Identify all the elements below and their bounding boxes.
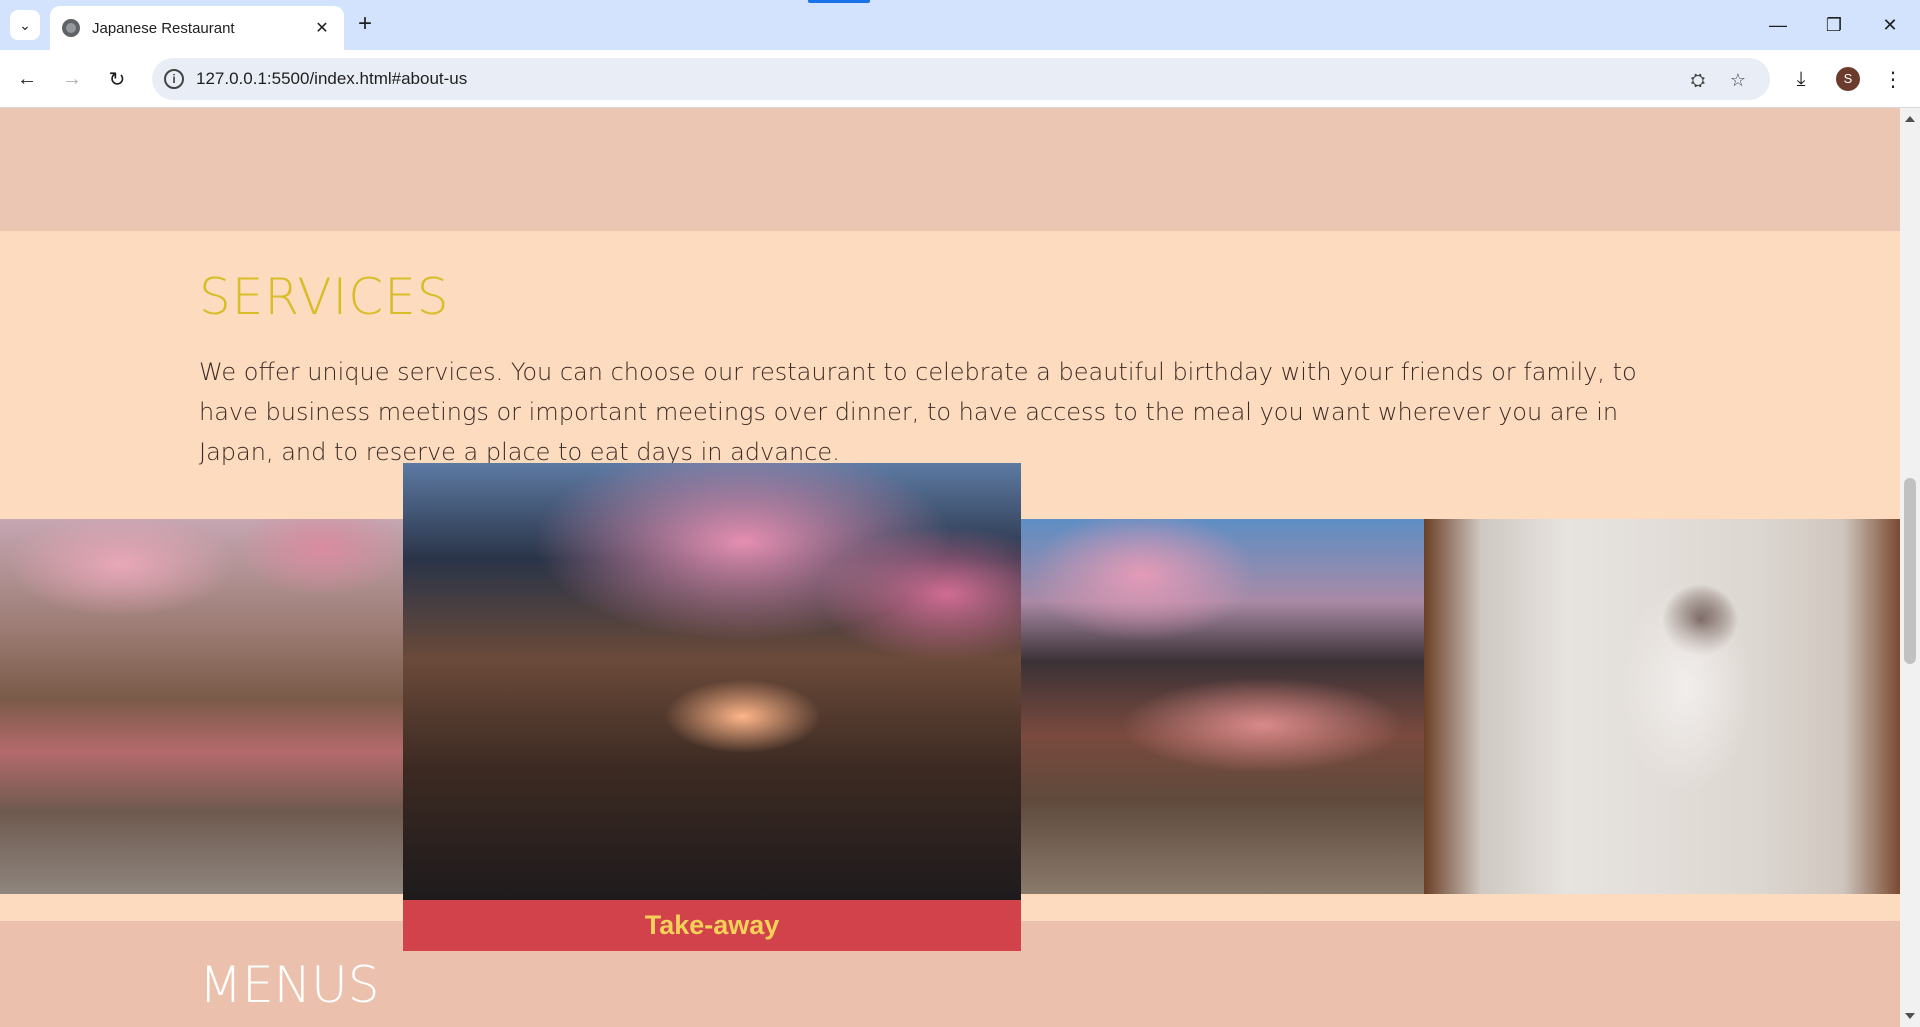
arrow-left-icon: ← xyxy=(17,67,37,90)
globe-icon xyxy=(62,19,80,37)
close-tab-icon[interactable]: ✕ xyxy=(312,18,332,38)
take-away-image[interactable] xyxy=(403,463,1021,900)
scrollbar-thumb[interactable] xyxy=(1904,478,1916,664)
arrow-right-icon: → xyxy=(62,67,82,90)
translate-icon[interactable]: ⛭ xyxy=(1686,68,1710,92)
url-text[interactable]: 127.0.0.1:5500/index.html#about-us xyxy=(196,69,467,89)
tab-strip: ⌄ Japanese Restaurant ✕ + — ❐ ✕ xyxy=(0,0,1920,50)
browser-toolbar: ← → ↻ i 127.0.0.1:5500/index.html#about-… xyxy=(0,50,1920,108)
birthday-celebration-image[interactable] xyxy=(0,519,403,894)
profile-avatar[interactable]: S xyxy=(1836,67,1860,91)
browser-tab[interactable]: Japanese Restaurant ✕ xyxy=(50,6,344,50)
back-button[interactable]: ← xyxy=(10,62,44,96)
site-info-icon[interactable]: i xyxy=(164,69,184,89)
about-us-section-end xyxy=(0,108,1900,231)
page-scrollbar[interactable] xyxy=(1900,108,1920,1027)
scroll-up-arrow-icon[interactable] xyxy=(1905,116,1915,122)
more-vert-icon: ⋮ xyxy=(1883,68,1903,91)
forward-button[interactable]: → xyxy=(55,62,89,96)
services-heading: SERVICES xyxy=(199,268,450,326)
take-away-caption[interactable]: Take-away xyxy=(403,900,1021,951)
reservation-image[interactable] xyxy=(1424,519,1900,894)
dinner-meetings-image[interactable] xyxy=(1021,519,1424,894)
tab-indicator xyxy=(808,0,870,3)
menu-button[interactable]: ⋮ xyxy=(1876,62,1910,96)
tab-search-button[interactable]: ⌄ xyxy=(10,10,40,40)
reload-button[interactable]: ↻ xyxy=(100,62,134,96)
downloads-button[interactable]: ⤓ xyxy=(1784,62,1818,96)
reload-icon: ↻ xyxy=(108,68,126,91)
services-description: We offer unique services. You can choose… xyxy=(199,358,1637,466)
address-bar[interactable]: i 127.0.0.1:5500/index.html#about-us ⛭ ☆ xyxy=(152,58,1770,100)
page-viewport: SERVICES We offer unique services. You c… xyxy=(0,108,1900,1027)
tab-title: Japanese Restaurant xyxy=(92,19,235,37)
download-icon: ⤓ xyxy=(1796,67,1806,90)
close-window-button[interactable]: ✕ xyxy=(1862,0,1918,50)
scroll-down-arrow-icon[interactable] xyxy=(1905,1013,1915,1019)
chevron-down-icon: ⌄ xyxy=(19,16,31,33)
minimize-button[interactable]: — xyxy=(1750,0,1806,50)
restore-button[interactable]: ❐ xyxy=(1806,0,1862,50)
bookmark-star-icon[interactable]: ☆ xyxy=(1726,68,1750,92)
menus-heading: MENUS xyxy=(199,956,380,1014)
new-tab-button[interactable]: + xyxy=(352,12,378,38)
